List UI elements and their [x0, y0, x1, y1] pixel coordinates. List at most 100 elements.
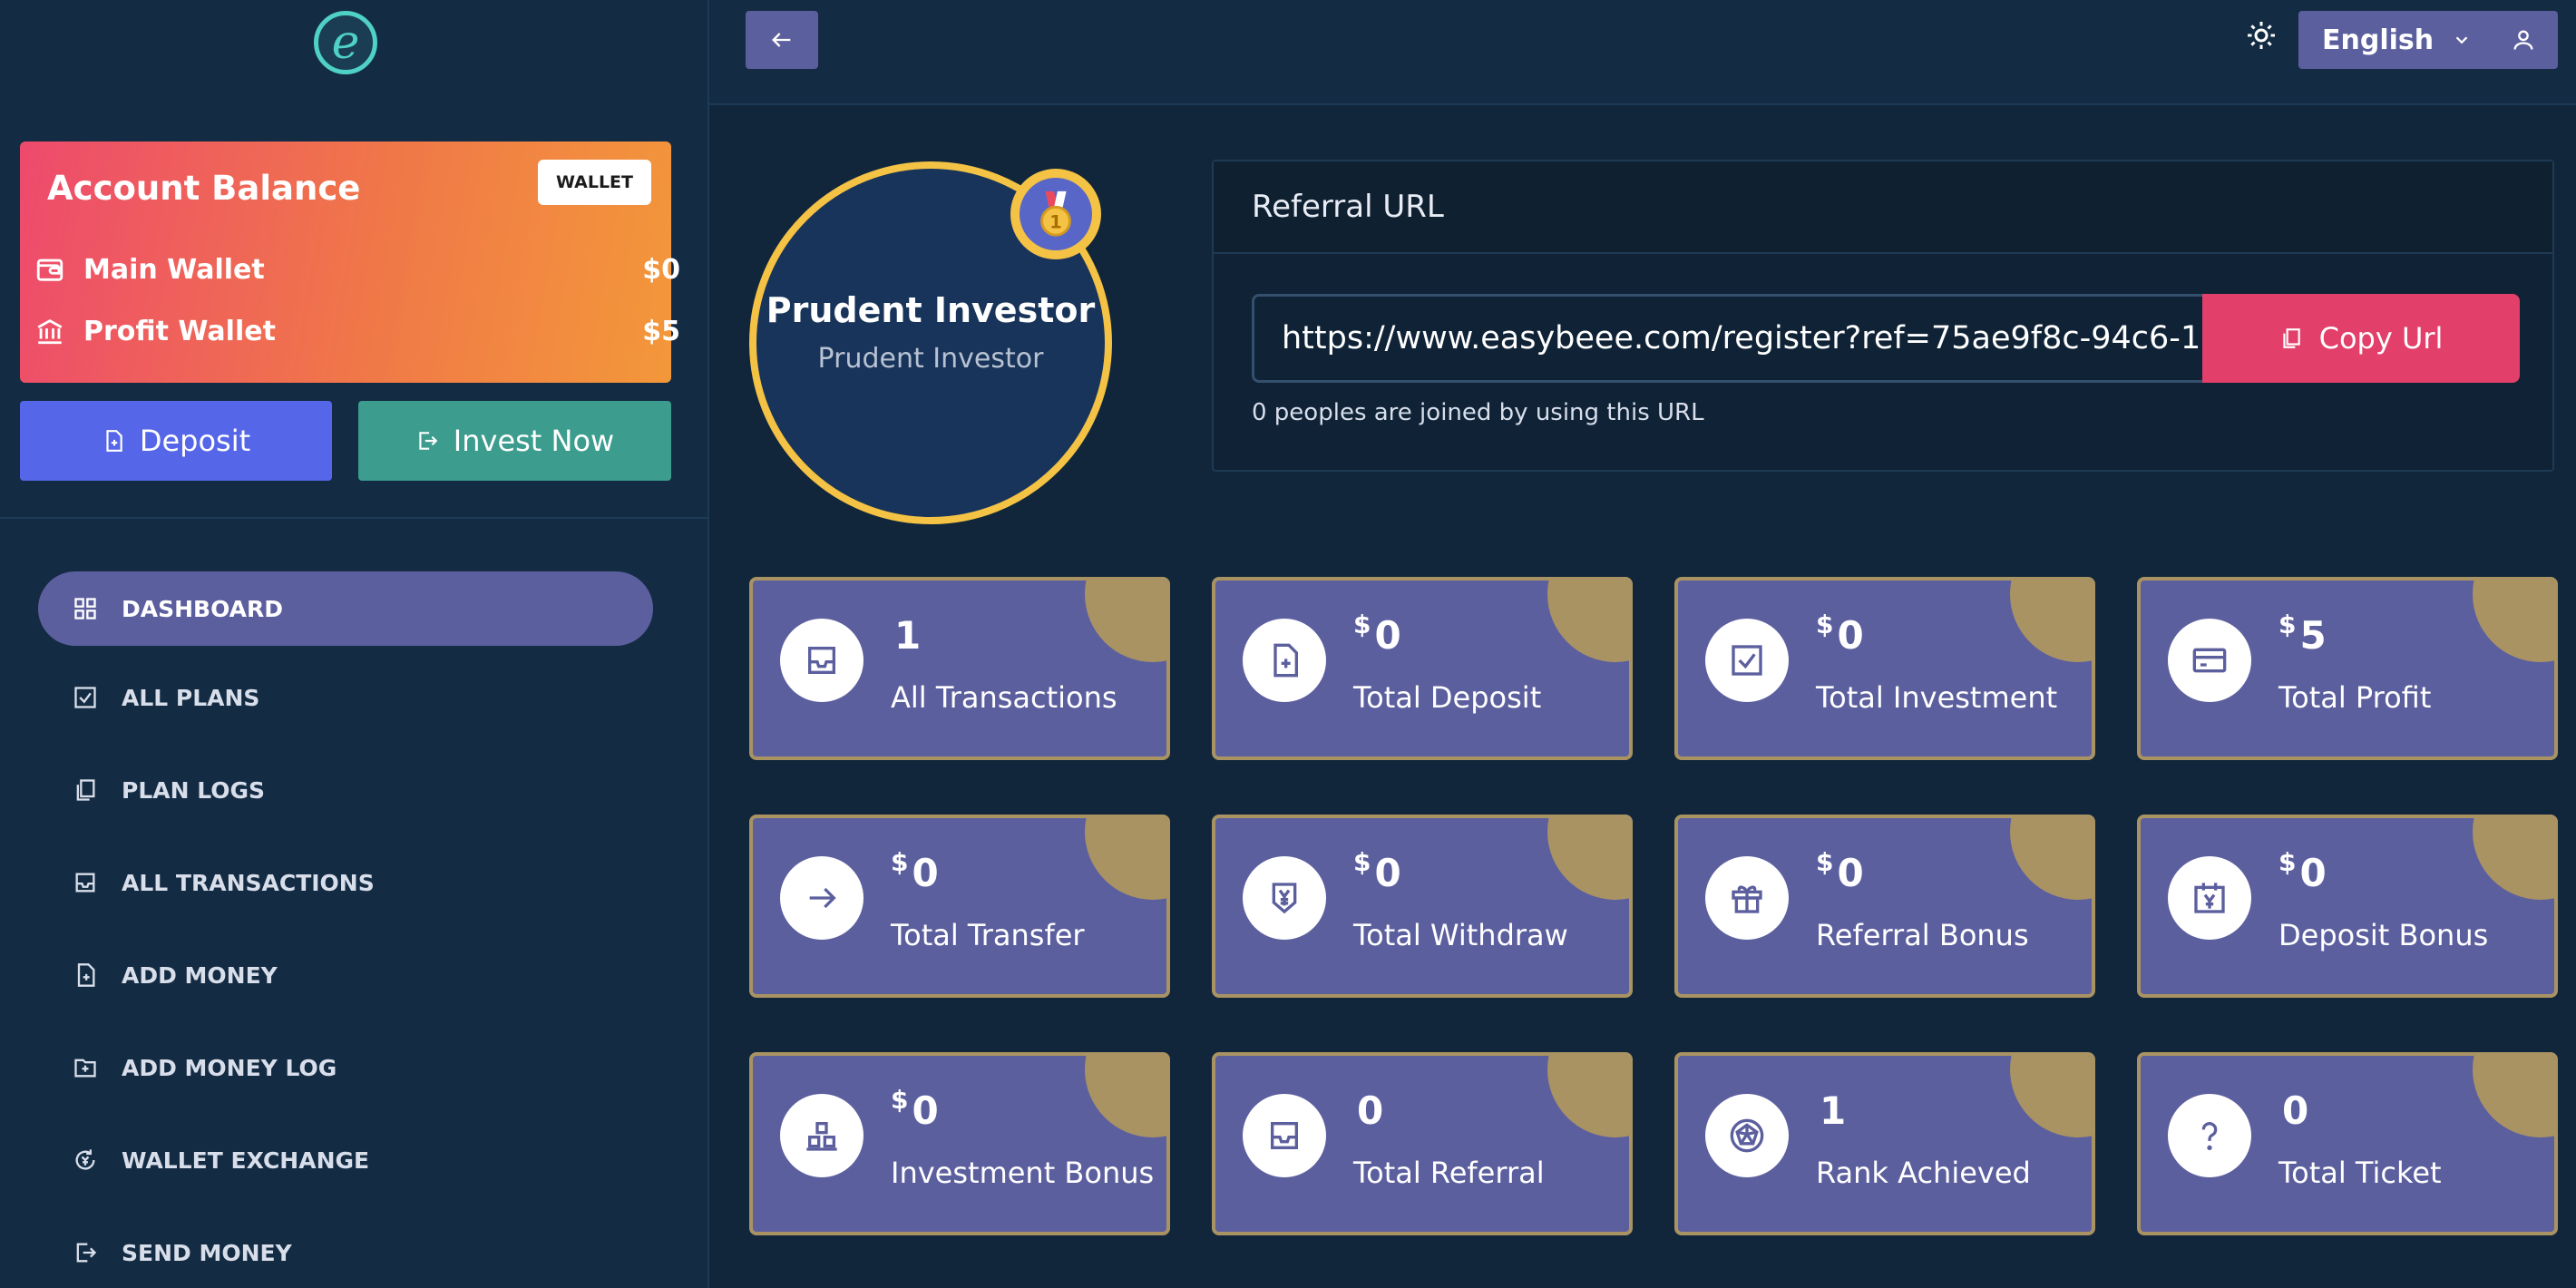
- referral-url-input[interactable]: [1252, 294, 2219, 383]
- top-header: English: [709, 0, 2576, 105]
- stat-label: Rank Achieved: [1816, 1156, 2031, 1190]
- inbox-icon: [808, 647, 835, 674]
- main-wallet-row: Main Wallet $0: [34, 249, 680, 290]
- stat-label: Total Referral: [1353, 1156, 1545, 1190]
- checkbox-icon: [1732, 645, 1762, 676]
- account-balance-title: Account Balance: [47, 169, 361, 208]
- exchange-icon: [75, 1149, 95, 1170]
- stat-card-total-profit[interactable]: $5 Total Profit: [2137, 577, 2558, 760]
- stat-currency: $: [2278, 847, 2297, 877]
- stat-card-total-transfer[interactable]: $0 Total Transfer: [749, 815, 1170, 998]
- wallet-icon: [36, 259, 63, 281]
- stat-card-rank-achieved[interactable]: 1 Rank Achieved: [1674, 1052, 2095, 1235]
- stat-currency: $: [2278, 610, 2297, 639]
- svg-text:1: 1: [1049, 211, 1061, 232]
- card-corner-decoration: [2010, 818, 2092, 900]
- card-corner-decoration: [2473, 1056, 2554, 1137]
- nav-label: WALLET EXCHANGE: [122, 1147, 370, 1174]
- stat-value: 0: [2299, 851, 2327, 895]
- main-wallet-label: Main Wallet: [83, 253, 265, 286]
- folder-plus-icon: [74, 1059, 96, 1078]
- stat-label: Investment Bonus: [891, 1156, 1155, 1190]
- stat-label: Total Deposit: [1353, 680, 1542, 715]
- yen-icon: [1272, 883, 1297, 914]
- copy-icon: [2282, 328, 2300, 348]
- deposit-button[interactable]: Deposit: [20, 401, 332, 481]
- card-corner-decoration: [2010, 581, 2092, 662]
- file-plus-icon: [77, 963, 95, 987]
- sidebar: e Account Balance WALLET Main Wallet $0 …: [0, 0, 709, 1288]
- language-value: English: [2322, 24, 2435, 56]
- stat-label: Total Investment: [1816, 680, 2058, 715]
- profit-wallet-value: $5: [642, 315, 680, 347]
- arrow-left-icon: [772, 33, 791, 47]
- stat-card-total-withdraw[interactable]: $0 Total Withdraw: [1212, 815, 1633, 998]
- nav-plan-logs[interactable]: PLAN LOGS: [38, 753, 653, 827]
- gift-icon: [1732, 885, 1762, 913]
- stat-value: 0: [912, 851, 939, 895]
- nav-label: PLAN LOGS: [122, 776, 266, 804]
- card-corner-decoration: [1085, 818, 1166, 900]
- stat-value: 1: [1820, 1088, 1847, 1133]
- nav-all-transactions[interactable]: ALL TRANSACTIONS: [38, 845, 653, 920]
- nav-add-money[interactable]: ADD MONEY: [38, 938, 653, 1012]
- stat-currency: $: [1353, 610, 1371, 639]
- stat-currency: $: [1816, 610, 1834, 639]
- nav-wallet-exchange[interactable]: WALLET EXCHANGE: [38, 1123, 653, 1197]
- sidebar-divider: [0, 517, 707, 519]
- invest-now-label: Invest Now: [453, 424, 615, 458]
- user-menu-button[interactable]: [2489, 11, 2558, 69]
- card-corner-decoration: [1085, 1056, 1166, 1137]
- card-corner-decoration: [2473, 581, 2554, 662]
- nav-all-plans[interactable]: ALL PLANS: [38, 660, 653, 735]
- copy-url-label: Copy Url: [2318, 321, 2444, 356]
- nav-label: SEND MONEY: [122, 1239, 292, 1266]
- nav-label: DASHBOARD: [122, 595, 284, 622]
- checkbox-icon: [74, 687, 96, 708]
- copy-url-button[interactable]: Copy Url: [2202, 294, 2520, 383]
- nav-add-money-log[interactable]: ADD MONEY LOG: [38, 1030, 653, 1105]
- stat-currency: $: [891, 847, 909, 877]
- stat-label: All Transactions: [891, 680, 1117, 715]
- language-select[interactable]: English: [2298, 11, 2507, 69]
- card-corner-decoration: [1547, 581, 1629, 662]
- stat-label: Deposit Bonus: [2278, 918, 2489, 952]
- boxes-icon: [806, 1122, 837, 1151]
- medal-icon: 1: [1040, 190, 1071, 237]
- app-logo[interactable]: e: [314, 11, 377, 74]
- invest-now-button[interactable]: Invest Now: [358, 401, 671, 481]
- stat-card-investment-bonus[interactable]: $0 Investment Bonus: [749, 1052, 1170, 1235]
- arrow-right-icon: [809, 887, 836, 909]
- nav-label: ADD MONEY LOG: [122, 1054, 337, 1081]
- stat-label: Total Profit: [2278, 680, 2432, 715]
- nav-send-money[interactable]: SEND MONEY: [38, 1215, 653, 1288]
- card-corner-decoration: [1085, 581, 1166, 662]
- calendar-yen-icon: [2194, 883, 2225, 913]
- rank-title: Prudent Investor: [766, 289, 1096, 330]
- back-button[interactable]: [746, 11, 818, 69]
- stat-value: 0: [912, 1088, 939, 1133]
- stat-card-total-investment[interactable]: $0 Total Investment: [1674, 577, 2095, 760]
- stat-value: 5: [2299, 613, 2327, 658]
- nav-dashboard[interactable]: DASHBOARD: [38, 571, 653, 646]
- theme-toggle[interactable]: [2239, 16, 2284, 54]
- stat-card-total-ticket[interactable]: 0 Total Ticket: [2137, 1052, 2558, 1235]
- stat-value: 0: [1357, 1088, 1384, 1133]
- grid-icon: [74, 598, 96, 620]
- stat-value: 1: [894, 613, 922, 658]
- file-plus-icon: [106, 430, 122, 452]
- stat-card-total-deposit[interactable]: $0 Total Deposit: [1212, 577, 1633, 760]
- wallet-button[interactable]: WALLET: [538, 160, 651, 205]
- card-corner-decoration: [2473, 818, 2554, 900]
- chevron-down-icon: [2455, 36, 2468, 44]
- stat-currency: $: [1816, 847, 1834, 877]
- stat-card-all-transactions[interactable]: 1 All Transactions: [749, 577, 1170, 760]
- logout-icon: [419, 432, 438, 450]
- stat-label: Total Ticket: [2278, 1156, 2442, 1190]
- stat-card-referral-bonus[interactable]: $0 Referral Bonus: [1674, 815, 2095, 998]
- nav-label: ALL TRANSACTIONS: [122, 869, 375, 896]
- stat-card-deposit-bonus[interactable]: $0 Deposit Bonus: [2137, 815, 2558, 998]
- inbox-icon: [75, 873, 95, 893]
- deposit-label: Deposit: [139, 424, 251, 458]
- stat-card-total-referral[interactable]: 0 Total Referral: [1212, 1052, 1633, 1235]
